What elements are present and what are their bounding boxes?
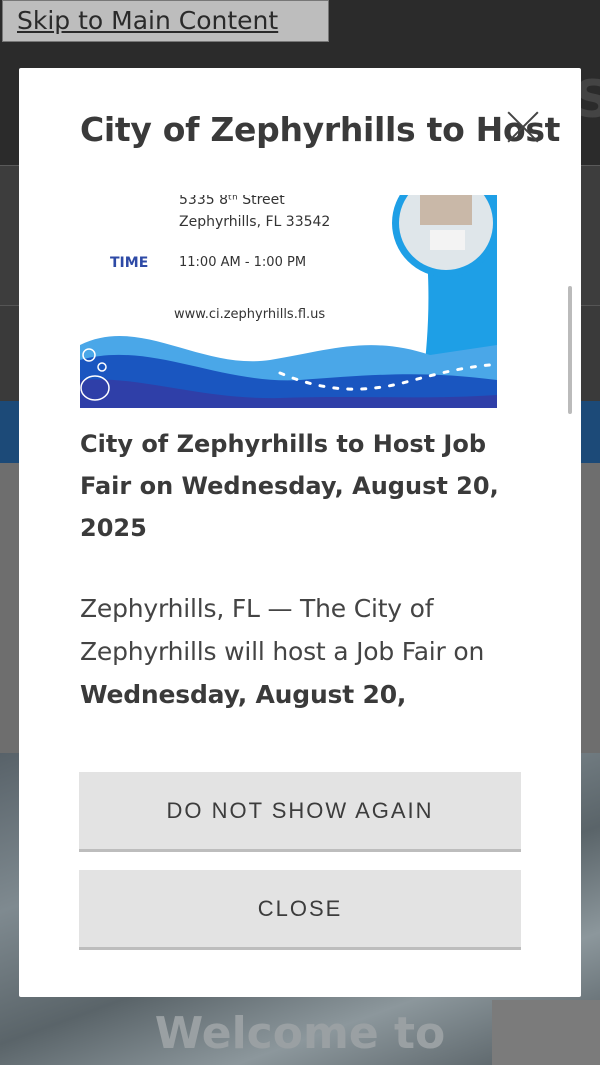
announcement-modal: City of Zephyrhills to Host 5335 8ᵗʰ Str… [19, 68, 581, 997]
modal-scroll-content[interactable]: 5335 8ᵗʰ Street Zephyrhills, FL 33542 TI… [80, 195, 540, 727]
modal-scrollbar[interactable] [568, 286, 572, 414]
flyer-address: 5335 8ᵗʰ Street Zephyrhills, FL 33542 [179, 195, 330, 233]
article-body-date: Wednesday, August 20, [80, 680, 407, 709]
flyer-time-value: 11:00 AM - 1:00 PM [179, 255, 307, 270]
flyer-address-line1: 5335 8ᵗʰ Street [179, 195, 285, 208]
article-body-intro: Zephyrhills, FL — The City of Zephyrhill… [80, 594, 485, 666]
flyer-address-line2: Zephyrhills, FL 33542 [179, 214, 331, 230]
close-icon[interactable] [505, 108, 541, 144]
article-body: Zephyrhills, FL — The City of Zephyrhill… [80, 587, 540, 716]
do-not-show-again-button[interactable]: DO NOT SHOW AGAIN [79, 772, 521, 852]
flyer-website: www.ci.zephyrhills.fl.us [174, 307, 326, 322]
modal-title: City of Zephyrhills to Host [80, 110, 561, 149]
close-button[interactable]: CLOSE [79, 870, 521, 950]
article-heading: City of Zephyrhills to Host Job Fair on … [80, 430, 499, 542]
job-fair-flyer-image: 5335 8ᵗʰ Street Zephyrhills, FL 33542 TI… [80, 195, 497, 408]
skip-to-main-link[interactable]: Skip to Main Content [2, 0, 329, 42]
hero-welcome-text: Welcome to [154, 1008, 446, 1059]
flyer-time-label: TIME [110, 255, 149, 271]
